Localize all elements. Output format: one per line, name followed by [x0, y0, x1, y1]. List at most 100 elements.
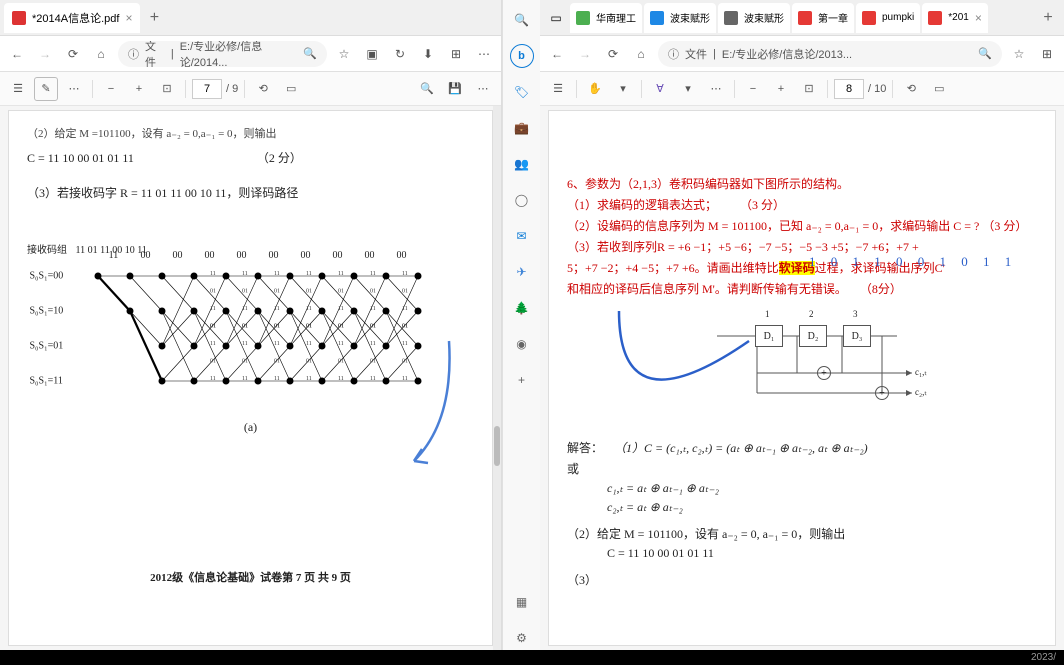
more-icon[interactable]: ⋯ — [473, 43, 495, 65]
gear-icon[interactable]: ⚙ — [510, 626, 534, 650]
svg-text:11: 11 — [338, 341, 344, 347]
layout-icon[interactable]: ▭ — [279, 77, 303, 101]
url-bar[interactable]: ⓘ 文件 | E:/专业必修/信息论/2014... 🔍 — [118, 41, 327, 67]
refresh-button[interactable]: ⟳ — [62, 43, 84, 65]
node — [350, 273, 357, 280]
svg-text:01: 01 — [306, 359, 312, 365]
close-icon[interactable]: × — [125, 11, 132, 25]
more-tools-icon[interactable]: ⋯ — [62, 77, 86, 101]
zoom-in-button[interactable]: + — [127, 77, 151, 101]
svg-text:11: 11 — [338, 271, 344, 277]
more-tools-icon[interactable]: ⋯ — [704, 77, 728, 101]
tab-list-icon[interactable]: ▭ — [544, 11, 568, 25]
new-tab-button[interactable]: + — [142, 6, 166, 30]
node — [158, 308, 165, 315]
download-icon[interactable]: ⬇ — [417, 43, 439, 65]
select-icon[interactable]: ▾ — [611, 77, 635, 101]
q6-1: （1）求编码的逻辑表达式； — [567, 198, 717, 212]
blue-arrow-icon — [399, 331, 469, 481]
scroll-thumb[interactable] — [494, 426, 500, 466]
plus-icon[interactable]: + — [510, 368, 534, 392]
right-tabs: ▭ 华南理工波束赋形波束赋形第一章pumpki*201× + — [540, 0, 1064, 36]
overflow-icon[interactable]: ⋯ — [471, 77, 495, 101]
page-input[interactable] — [192, 79, 222, 99]
draw-icon[interactable]: ✎ — [34, 77, 58, 101]
tab-3[interactable]: 第一章 — [792, 3, 854, 33]
node — [318, 273, 325, 280]
search-icon[interactable]: 🔍 — [303, 47, 317, 60]
svg-text:11: 11 — [274, 341, 280, 347]
forward-button[interactable]: → — [574, 43, 596, 65]
zoom-in-button[interactable]: + — [769, 77, 793, 101]
star-icon[interactable]: ☆ — [1008, 43, 1030, 65]
find-icon[interactable]: 🔍 — [415, 77, 439, 101]
eye-icon[interactable]: ◉ — [510, 332, 534, 356]
svg-text:11: 11 — [402, 271, 408, 277]
tag-icon[interactable]: 🏷 — [510, 80, 534, 104]
node — [318, 343, 325, 350]
tab-0[interactable]: 华南理工 — [570, 3, 642, 33]
page-input[interactable] — [834, 79, 864, 99]
q6-1-score: （3 分） — [740, 198, 785, 212]
outlook-icon[interactable]: ✉ — [510, 224, 534, 248]
search-icon[interactable]: 🔍 — [510, 8, 534, 32]
url-bar[interactable]: ⓘ 文件 | E:/专业必修/信息论/2013... 🔍 — [658, 41, 1002, 67]
grid-icon[interactable]: ▦ — [510, 590, 534, 614]
home-button[interactable]: ⌂ — [630, 43, 652, 65]
svg-text:01: 01 — [274, 324, 280, 330]
save-icon[interactable]: 💾 — [443, 77, 467, 101]
highlight-icon[interactable]: ∀ — [648, 77, 672, 101]
ext-icon[interactable]: ⊞ — [1036, 43, 1058, 65]
fit-icon[interactable]: ⊡ — [797, 77, 821, 101]
close-icon[interactable]: × — [975, 11, 982, 25]
tree-icon[interactable]: 🌲 — [510, 296, 534, 320]
ext-icon[interactable]: ⊞ — [445, 43, 467, 65]
send-icon[interactable]: ✈ — [510, 260, 534, 284]
briefcase-icon[interactable]: 💼 — [510, 116, 534, 140]
svg-text:11: 11 — [338, 306, 344, 312]
toc-icon[interactable]: ☰ — [6, 77, 30, 101]
info-icon: ⓘ — [128, 46, 139, 62]
back-button[interactable]: ← — [546, 43, 568, 65]
rotate-icon[interactable]: ⟲ — [899, 77, 923, 101]
zoom-out-button[interactable]: − — [741, 77, 765, 101]
bing-icon[interactable]: b — [510, 44, 534, 68]
right-addrbar: ← → ⟳ ⌂ ⓘ 文件 | E:/专业必修/信息论/2013... 🔍 ☆ ⊞ — [540, 36, 1064, 72]
reader-icon[interactable]: ▣ — [361, 43, 383, 65]
rotate-icon[interactable]: ⟲ — [251, 77, 275, 101]
fit-icon[interactable]: ⊡ — [155, 77, 179, 101]
refresh-button[interactable]: ⟳ — [602, 43, 624, 65]
toc-icon[interactable]: ☰ — [546, 77, 570, 101]
node — [350, 378, 357, 385]
person-icon[interactable]: 👥 — [510, 152, 534, 176]
circle-icon[interactable]: ◯ — [510, 188, 534, 212]
hand-icon[interactable]: ✋ — [583, 77, 607, 101]
tab-5[interactable]: *201× — [922, 3, 988, 33]
new-tab-button[interactable]: + — [1036, 6, 1060, 30]
box-num-1: 1 — [765, 309, 770, 319]
node — [222, 343, 229, 350]
svg-text:01: 01 — [338, 289, 344, 295]
node — [350, 308, 357, 315]
star-icon[interactable]: ☆ — [333, 43, 355, 65]
layout-icon[interactable]: ▭ — [927, 77, 951, 101]
scrollbar[interactable] — [493, 106, 501, 650]
zoom-out-button[interactable]: − — [99, 77, 123, 101]
c-score: （2 分） — [257, 151, 302, 165]
favicon-icon — [798, 11, 812, 25]
tab-2014pdf[interactable]: *2014A信息论.pdf × — [4, 3, 140, 33]
sync-icon[interactable]: ↻ — [389, 43, 411, 65]
home-button[interactable]: ⌂ — [90, 43, 112, 65]
tab-1[interactable]: 波束赋形 — [644, 3, 716, 33]
tab-2[interactable]: 波束赋形 — [718, 3, 790, 33]
search-icon[interactable]: 🔍 — [978, 47, 992, 60]
tab-label: 第一章 — [818, 10, 848, 25]
tab-4[interactable]: pumpki — [856, 3, 920, 33]
node — [414, 273, 421, 280]
highlight-color-icon[interactable]: ▾ — [676, 77, 700, 101]
svg-text:01: 01 — [210, 359, 216, 365]
node — [222, 378, 229, 385]
back-button[interactable]: ← — [6, 43, 28, 65]
tab-label: 波束赋形 — [744, 10, 784, 25]
forward-button[interactable]: → — [34, 43, 56, 65]
